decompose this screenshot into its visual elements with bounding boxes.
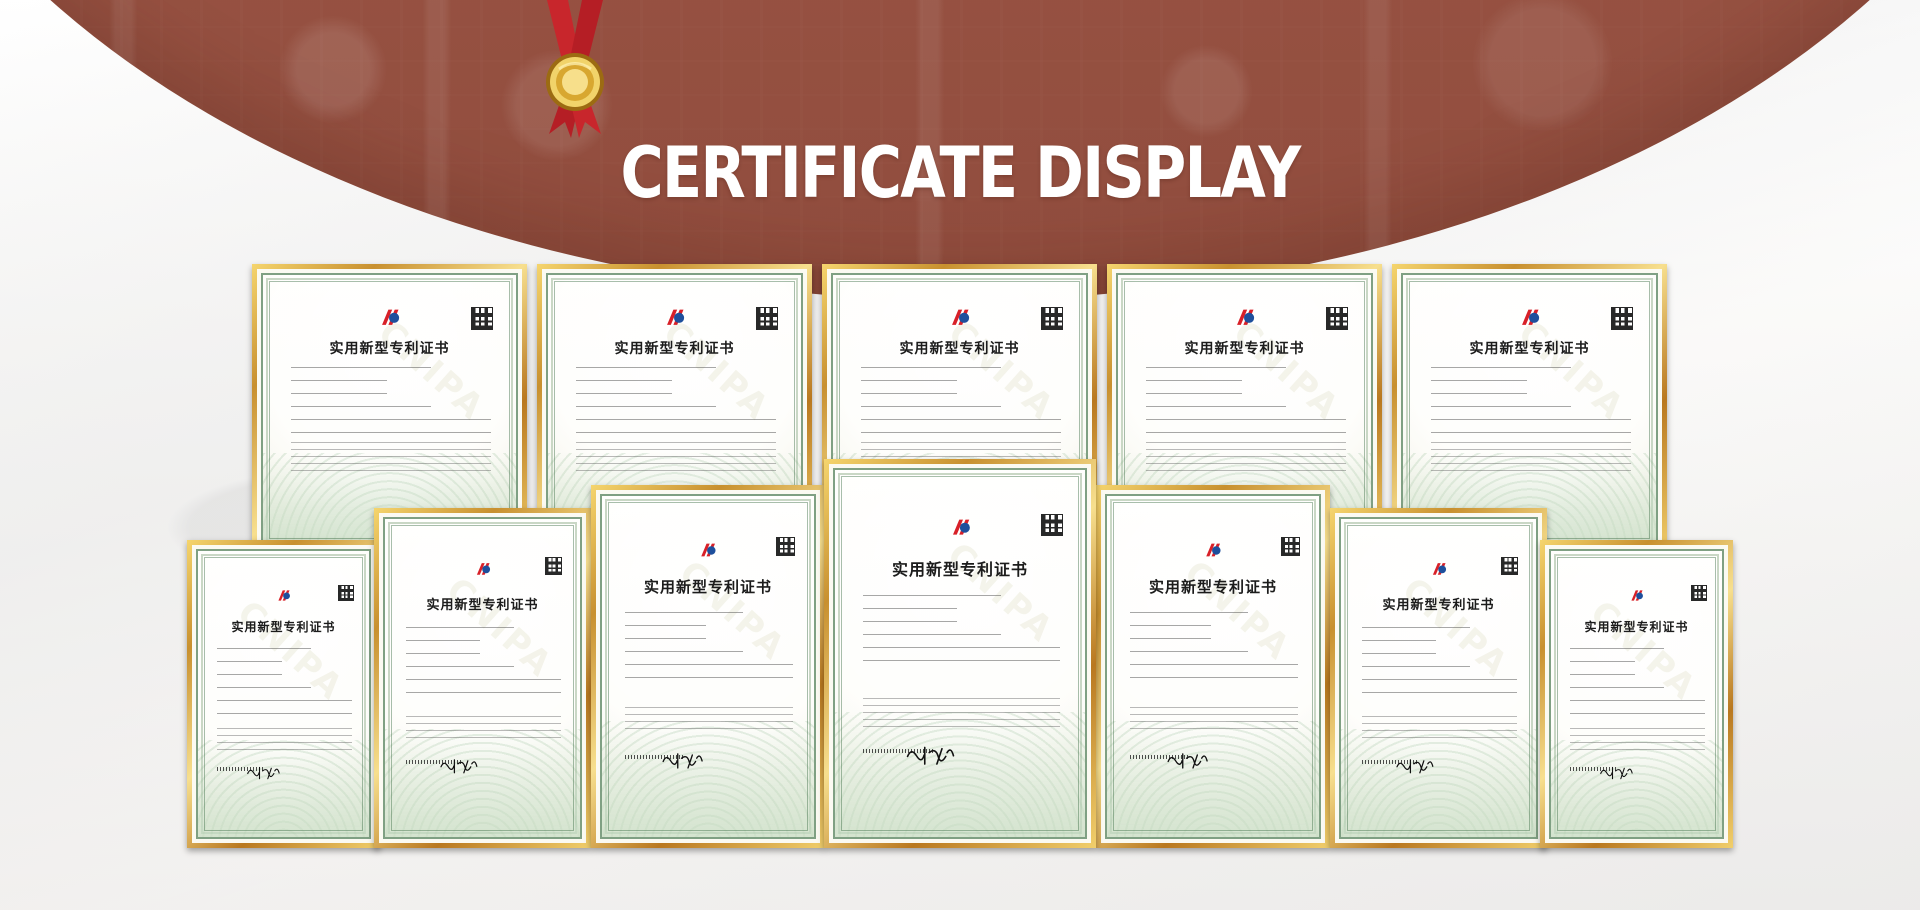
certificate-emblem-icon — [662, 305, 687, 332]
certificate-paper: CNIPA 实用新型专利证书 — [600, 494, 816, 839]
certificate-frame: CNIPA 实用新型专利证书 — [1096, 485, 1330, 848]
certificate-frame: CNIPA 实用新型专利证书 — [1330, 508, 1547, 848]
certificate-title: 实用新型专利证书 — [643, 578, 772, 597]
certificate-paper: CNIPA 实用新型专利证书 — [383, 517, 582, 839]
certificate-title: 实用新型专利证书 — [899, 341, 1020, 358]
signature-image — [1395, 744, 1435, 789]
certificate-emblem-icon — [1232, 305, 1257, 332]
qr-code — [1040, 514, 1063, 537]
certificate-title: 实用新型专利证书 — [1184, 341, 1305, 358]
qr-code — [471, 307, 494, 330]
certificate-title: 实用新型专利证书 — [614, 341, 735, 358]
certificate-emblem-icon — [1628, 582, 1645, 611]
certificate-emblem-icon — [473, 554, 493, 586]
certificate-title: 实用新型专利证书 — [231, 620, 336, 635]
certificate-emblem-icon — [275, 582, 292, 611]
qr-code — [756, 307, 779, 330]
certificate-title: 实用新型专利证书 — [1469, 341, 1590, 358]
certificate-emblem-icon — [947, 305, 972, 332]
qr-code — [337, 585, 354, 601]
qr-code — [544, 557, 563, 575]
qr-code — [1326, 307, 1349, 330]
qr-code — [1500, 557, 1519, 575]
certificate-frame: CNIPA 实用新型专利证书 — [187, 540, 380, 848]
qr-code — [775, 536, 795, 556]
qr-code — [1041, 307, 1064, 330]
qr-code — [1280, 536, 1300, 556]
certificate-title: 实用新型专利证书 — [329, 341, 450, 358]
certificate-frame: CNIPA 实用新型专利证书 — [1540, 540, 1733, 848]
certificate-title: 实用新型专利证书 — [891, 560, 1028, 580]
certificate-display-page: CERTIFICATE DISPLAY CNIPA 实用新型专利证书 CNIPA… — [0, 0, 1920, 910]
certificate-emblem-icon — [1517, 305, 1542, 332]
certificate-title: 实用新型专利证书 — [1382, 597, 1495, 613]
qr-code — [1690, 585, 1707, 601]
signature-image — [246, 753, 281, 793]
certificate-paper: CNIPA 实用新型专利证书 — [1549, 549, 1724, 839]
certificate-paper: CNIPA 实用新型专利证书 — [1339, 517, 1538, 839]
certificate-paper: CNIPA 实用新型专利证书 — [833, 468, 1087, 839]
certificate-emblem-icon — [377, 305, 402, 332]
certificate-emblem-icon — [1429, 554, 1449, 586]
qr-code — [1611, 307, 1634, 330]
signature-image — [905, 730, 956, 782]
certificate-paper: CNIPA 实用新型专利证书 — [1401, 273, 1658, 547]
signature-image — [439, 744, 479, 789]
certificate-emblem-icon — [1202, 534, 1223, 568]
certificate-paper: CNIPA 实用新型专利证书 — [261, 273, 518, 547]
certificate-frame: CNIPA 实用新型专利证书 — [591, 485, 825, 848]
medal-icon — [535, 0, 615, 140]
certificate-paper: CNIPA 实用新型专利证书 — [196, 549, 371, 839]
certificate-title: 实用新型专利证书 — [1584, 620, 1689, 635]
page-title: CERTIFICATE DISPLAY — [620, 132, 1302, 214]
certificate-frame: CNIPA 实用新型专利证书 — [374, 508, 591, 848]
signature-image — [1599, 753, 1634, 793]
signature-image — [661, 737, 704, 785]
certificate-title: 实用新型专利证书 — [1148, 578, 1277, 597]
certificate-title: 实用新型专利证书 — [426, 597, 539, 613]
certificate-emblem-icon — [948, 510, 973, 547]
signature-image — [1166, 737, 1209, 785]
certificate-emblem-icon — [697, 534, 718, 568]
certificate-frame: CNIPA 实用新型专利证书 — [824, 459, 1096, 848]
certificate-paper: CNIPA 实用新型专利证书 — [1105, 494, 1321, 839]
